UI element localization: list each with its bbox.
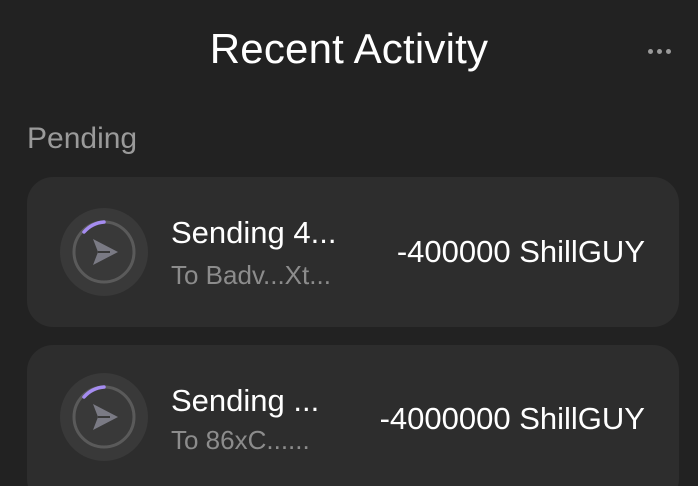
transaction-title: Sending 4... bbox=[171, 215, 337, 250]
transaction-amount: -4000000 ShillGUY bbox=[379, 401, 645, 436]
page-title: Recent Activity bbox=[209, 25, 489, 72]
transaction-recipient: To 86xC...... bbox=[171, 425, 310, 455]
transaction-recipient: To Badv...Xt... bbox=[171, 260, 331, 290]
section-label-pending: Pending bbox=[27, 122, 138, 155]
more-horizontal-icon bbox=[656, 48, 662, 54]
more-options-button[interactable] bbox=[644, 38, 674, 64]
transaction-amount: -400000 ShillGUY bbox=[396, 234, 645, 269]
header: Recent Activity bbox=[0, 0, 698, 100]
send-arrow-icon bbox=[60, 208, 148, 296]
activity-item[interactable]: Sending 4... To Badv...Xt... -400000 Shi… bbox=[27, 177, 679, 327]
more-horizontal-icon bbox=[647, 48, 653, 54]
send-arrow-icon bbox=[60, 373, 148, 461]
transaction-title: Sending ... bbox=[171, 383, 320, 418]
more-horizontal-icon bbox=[665, 48, 671, 54]
activity-item[interactable]: Sending ... To 86xC...... -4000000 Shill… bbox=[27, 345, 679, 486]
